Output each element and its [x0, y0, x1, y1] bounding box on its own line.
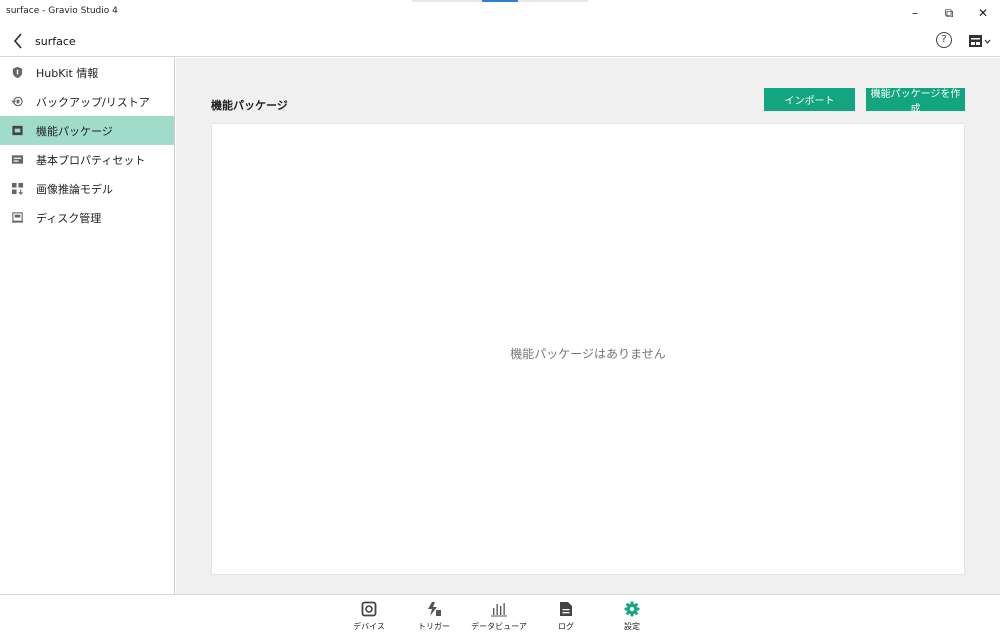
log-icon [557, 600, 575, 618]
sidebar-item-label: HubKit 情報 [36, 66, 99, 80]
nav-label: デバイス [353, 622, 385, 631]
sidebar-item-label: 画像推論モデル [36, 182, 113, 196]
drag-handle[interactable] [412, 0, 588, 2]
backup-icon [10, 95, 24, 109]
import-button[interactable]: インポート [764, 88, 855, 111]
help-icon[interactable]: ? [936, 32, 952, 48]
package-icon [10, 124, 24, 138]
disk-icon [10, 211, 24, 225]
model-grid-icon [10, 182, 24, 196]
nav-label: 設定 [624, 622, 640, 631]
sidebar-item-label: ディスク管理 [36, 211, 102, 225]
sidebar-item-hubkit-info[interactable]: HubKit 情報 [0, 58, 174, 87]
nav-label: ログ [558, 622, 574, 631]
sidebar-item-label: バックアップ/リストア [36, 95, 150, 109]
nav-item-settings[interactable]: 設定 [607, 600, 657, 632]
create-package-button[interactable]: 機能パッケージを作成 [866, 88, 965, 115]
breadcrumb: surface [35, 35, 76, 48]
nav-item-log[interactable]: ログ [541, 600, 591, 632]
sidebar-item-image-inference-model[interactable]: 画像推論モデル [0, 174, 174, 203]
nav-item-trigger[interactable]: トリガー [409, 600, 459, 632]
settings-icon [623, 600, 641, 618]
sidebar-item-label: 基本プロパティセット [36, 153, 146, 167]
nav-label: トリガー [418, 622, 450, 631]
nav-label: データビューア [471, 622, 527, 631]
bottom-nav: デバイス トリガー データビューア ログ 設定 [0, 594, 1000, 638]
sidebar-item-label: 機能パッケージ [36, 124, 113, 138]
property-card-icon [10, 153, 24, 167]
shield-icon [10, 66, 24, 80]
sidebar-item-basic-property-set[interactable]: 基本プロパティセット [0, 145, 174, 174]
sidebar-item-function-package[interactable]: 機能パッケージ [0, 116, 174, 145]
back-button[interactable] [8, 30, 28, 52]
sidebar-item-disk-management[interactable]: ディスク管理 [0, 203, 174, 232]
trigger-icon [425, 600, 443, 618]
device-icon [360, 600, 378, 618]
page-title: 機能パッケージ [211, 99, 288, 112]
minimize-button[interactable]: – [898, 0, 932, 26]
window-titlebar: surface - Gravio Studio 4 – ⧉ ✕ [0, 0, 1000, 26]
package-list-panel: 機能パッケージはありません [211, 123, 965, 575]
sidebar: HubKit 情報 バックアップ/リストア 機能パッケージ 基本プロパティセット… [0, 58, 175, 594]
main-content: 機能パッケージ インポート 機能パッケージを作成 機能パッケージはありません [176, 58, 1000, 594]
window-title: surface - Gravio Studio 4 [6, 6, 118, 16]
chevron-left-icon [14, 33, 22, 49]
sidebar-item-backup-restore[interactable]: バックアップ/リストア [0, 87, 174, 116]
maximize-button[interactable]: ⧉ [932, 0, 966, 26]
app-header: surface ? [0, 26, 1000, 57]
close-button[interactable]: ✕ [966, 0, 1000, 26]
layout-menu-icon[interactable] [968, 34, 992, 48]
empty-state-message: 機能パッケージはありません [510, 347, 666, 361]
nav-item-data-viewer[interactable]: データビューア [471, 600, 527, 632]
chart-icon [490, 600, 508, 618]
nav-item-device[interactable]: デバイス [344, 600, 394, 632]
